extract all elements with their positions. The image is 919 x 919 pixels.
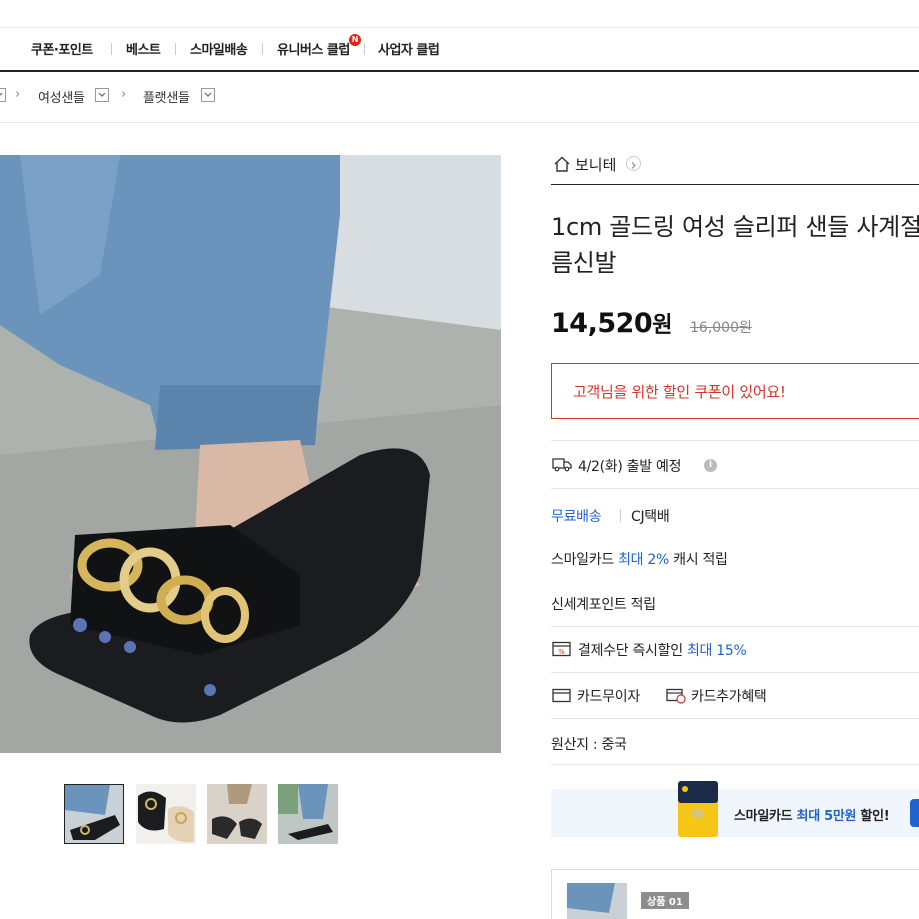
nav-smile-delivery[interactable]: 스마일배송 <box>190 39 248 58</box>
nav-coupon-point[interactable]: 쿠폰·포인트 <box>31 39 93 58</box>
thumbnail-image <box>207 784 267 844</box>
brand-name: 보니테 <box>575 156 617 174</box>
smilecard-benefit: 스마일카드 최대 2% 캐시 적립 <box>551 549 728 569</box>
payment-discount-label: 결제수단 즉시할인 <box>578 643 683 659</box>
thumbnail-4[interactable] <box>278 784 338 844</box>
nav-business-club[interactable]: 사업자 클럽 <box>378 39 440 58</box>
shinsegae-row: 신세계포인트 적립 <box>551 582 919 626</box>
banner-highlight: 최대 5만원 <box>796 809 857 824</box>
card-benefits-row: 카드무이자 카드추가혜택 <box>551 672 919 718</box>
carrier-name: CJ택배 <box>631 509 670 525</box>
smilecard-label: 스마일카드 <box>551 552 614 568</box>
nav-divider <box>175 43 176 55</box>
option-number-badge: 상품 01 <box>641 892 689 909</box>
selected-option-box: 상품 01 <box>551 869 919 919</box>
thumbnail-image <box>65 785 123 843</box>
nav-divider <box>111 43 112 55</box>
discount-card-icon: % <box>552 641 571 657</box>
price-unit: 원 <box>652 313 672 338</box>
chevron-right-icon: › <box>121 87 127 102</box>
option-thumbnail-image <box>567 883 627 919</box>
dispatch-date: 4/2(화) 출발 예정 <box>578 459 682 475</box>
card-icon <box>552 688 571 703</box>
breadcrumb-dropdown[interactable] <box>201 88 215 102</box>
option-thumbnail <box>567 883 627 919</box>
sale-price-value: 14,520 <box>551 308 653 339</box>
nav-divider <box>262 43 263 55</box>
shipping-row: 무료배송 CJ택배 <box>551 488 919 538</box>
product-title: 1cm 골드링 여성 슬리퍼 샌들 사계절 여름신발 <box>551 213 919 277</box>
payment-discount-row[interactable]: % 결제수단 즉시할인 최대 15% <box>551 626 919 672</box>
sandal-photo <box>0 155 501 753</box>
smilecard-banner[interactable]: 스마일카드 최대 5만원 할인! <box>551 781 919 837</box>
product-main-image[interactable] <box>0 155 501 753</box>
smilecard-suffix: 캐시 적립 <box>673 552 728 568</box>
breadcrumb: › 여성샌들 › 플랫샌들 <box>0 72 919 123</box>
info-icon[interactable]: i <box>704 459 717 472</box>
coupon-text: 고객님을 위한 할인 쿠폰이 있어요! <box>573 383 786 401</box>
banner-apply-button[interactable] <box>910 799 919 827</box>
chevron-down-icon <box>0 92 3 96</box>
coupon-button[interactable]: 고객님을 위한 할인 쿠폰이 있어요! <box>551 363 919 419</box>
payment-discount: 결제수단 즉시할인 최대 15% <box>578 640 747 660</box>
home-icon <box>554 156 570 172</box>
new-badge: N <box>348 34 361 46</box>
banner-prefix: 스마일카드 <box>734 809 793 824</box>
smilecard-card-image <box>678 781 718 837</box>
origin-row: 원산지 : 중국 <box>551 718 919 765</box>
thumbnail-image <box>278 784 338 844</box>
nav-universe-club[interactable]: 유니버스 클럽 N <box>277 34 361 58</box>
sale-price: 14,520원 <box>551 307 672 339</box>
dispatch-row: 4/2(화) 출발 예정 i <box>551 440 919 488</box>
chevron-down-icon <box>204 92 212 97</box>
top-strip <box>0 0 919 28</box>
smilecard-cash-row: 스마일카드 최대 2% 캐시 적립 <box>551 538 919 582</box>
nav-divider <box>364 43 365 55</box>
breadcrumb-item-women-sandals[interactable]: 여성샌들 <box>38 87 85 106</box>
card-installment-link[interactable]: 카드무이자 <box>577 686 640 706</box>
brand-link[interactable]: 보니테 <box>551 153 919 185</box>
payment-discount-rate: 최대 15% <box>686 643 747 659</box>
card-plus-icon <box>666 688 686 704</box>
breadcrumb-dropdown[interactable] <box>95 88 109 102</box>
breadcrumb-dropdown[interactable] <box>0 88 6 102</box>
svg-text:%: % <box>558 648 565 656</box>
thumbnail-image <box>136 784 196 844</box>
banner-suffix: 할인! <box>860 809 890 824</box>
divider <box>620 509 621 522</box>
thumbnail-2[interactable] <box>136 784 196 844</box>
free-shipping-label: 무료배송 <box>551 509 602 525</box>
original-price: 16,000원 <box>690 320 752 336</box>
thumbnail-1[interactable] <box>64 784 124 844</box>
thumbnail-3[interactable] <box>207 784 267 844</box>
chevron-right-icon: › <box>15 87 21 102</box>
chevron-down-icon <box>98 92 106 97</box>
global-nav: 쿠폰·포인트 베스트 스마일배송 유니버스 클럽 N 사업자 클럽 <box>0 28 919 72</box>
nav-universe-club-label: 유니버스 클럽 <box>277 43 350 58</box>
nav-best[interactable]: 베스트 <box>126 39 161 58</box>
chevron-right-icon <box>626 156 641 171</box>
smilecard-banner-text: 스마일카드 최대 5만원 할인! <box>734 805 890 824</box>
truck-icon <box>552 458 572 472</box>
country-of-origin: 원산지 : 중국 <box>551 737 627 753</box>
card-extra-benefit-link[interactable]: 카드추가혜택 <box>691 686 767 706</box>
shinsegae-point: 신세계포인트 적립 <box>551 597 656 613</box>
breadcrumb-item-flat-sandals[interactable]: 플랫샌들 <box>143 87 190 106</box>
smilecard-rate: 최대 2% <box>618 552 669 568</box>
